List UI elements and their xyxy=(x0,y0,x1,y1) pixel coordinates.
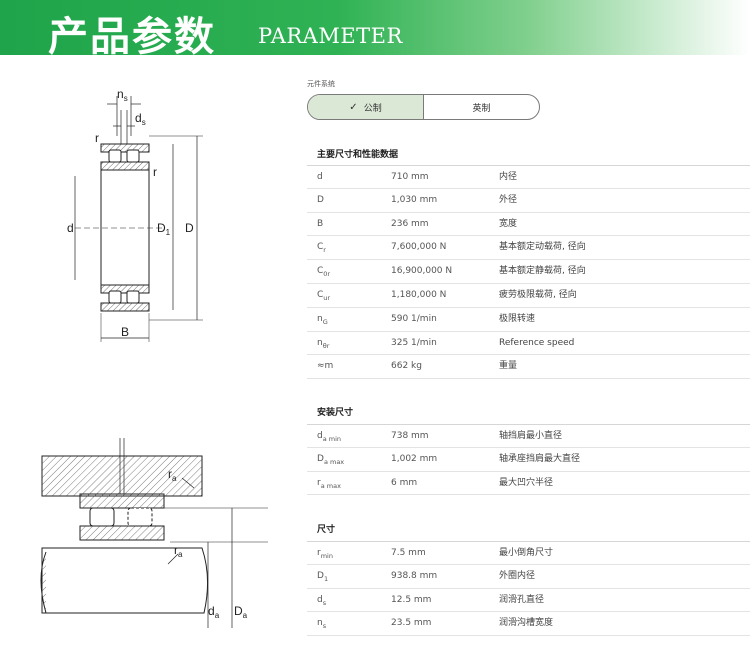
param-symbol: ≈m xyxy=(317,361,334,372)
param-symbol: ds xyxy=(317,594,327,607)
label-r-top: r xyxy=(95,131,99,145)
param-value: 1,002 mm xyxy=(391,453,438,464)
label-B: B xyxy=(121,325,129,339)
param-description: 最小倒角尺寸 xyxy=(499,548,554,558)
unit-system-toggle: ✓ 公制 英制 xyxy=(307,94,540,120)
param-value: 7,600,000 N xyxy=(391,242,447,253)
unit-option-imperial-label: 英制 xyxy=(472,103,491,114)
param-symbol: ns xyxy=(317,618,327,631)
main-dimensions-table: d 710 mm 内径 D 1,030 mm 外径 B 236 mm 宽度 Cr 7,600,000… xyxy=(307,165,750,380)
banner-subtitle: PARAMETER xyxy=(258,24,403,48)
section-title-mounting-dimensions: 安装尺寸 xyxy=(317,408,354,418)
header-banner: 产品参数 PARAMETER xyxy=(0,0,750,60)
banner-title: 产品参数 xyxy=(48,14,216,60)
param-symbol: ra max xyxy=(317,477,341,490)
unit-option-imperial[interactable]: 英制 xyxy=(423,95,539,119)
param-symbol: C0r xyxy=(317,266,331,278)
param-value: 1,180,000 N xyxy=(391,289,447,300)
table-row: Da max 1,002 mm 轴承座挡肩最大直径 xyxy=(307,448,750,472)
label-D: D xyxy=(185,221,194,235)
param-value: 590 1/min xyxy=(391,313,437,324)
table-row: ≈m 662 kg 重量 xyxy=(307,355,750,380)
param-symbol: Da max xyxy=(317,453,345,466)
param-description: 润滑沟槽宽度 xyxy=(499,618,554,629)
param-description: 外圈内径 xyxy=(499,570,536,581)
label-d: d xyxy=(67,221,74,235)
table-row: ds 12.5 mm 润滑孔直径 xyxy=(307,589,750,613)
param-symbol: nθr xyxy=(317,337,330,350)
unit-option-metric[interactable]: ✓ 公制 xyxy=(308,95,423,119)
table-row: Cur 1,180,000 N 疲劳极限载荷, 径向 xyxy=(307,284,750,308)
param-value: 236 mm xyxy=(391,218,429,229)
param-symbol: nG xyxy=(317,313,328,326)
param-value: 6 mm xyxy=(391,477,418,488)
param-value: 16,900,000 N xyxy=(391,266,453,277)
param-description: 极限转速 xyxy=(499,313,536,324)
table-row: nθr 325 1/min Reference speed xyxy=(307,332,750,356)
bearing-cross-section-diagram: ns ds r r d D1 D B xyxy=(67,87,203,342)
label-r-inner: r xyxy=(153,165,157,179)
section-title-main-dimensions: 主要尺寸和性能数据 xyxy=(317,150,399,160)
param-description: Reference speed xyxy=(499,337,575,348)
param-description: 宽度 xyxy=(499,218,518,229)
check-icon: ✓ xyxy=(349,101,358,113)
unit-option-metric-label: 公制 xyxy=(363,103,382,114)
param-description: 疲劳极限载荷, 径向 xyxy=(499,289,577,300)
table-row: C0r 16,900,000 N 基本额定静载荷, 径向 xyxy=(307,260,750,284)
param-value: 325 1/min xyxy=(391,337,437,348)
mounting-dimensions-table: da min 738 mm 轴挡肩最小直径 Da max 1,002 mm 轴承座挡肩最大… xyxy=(307,424,750,496)
param-value: 1,030 mm xyxy=(391,194,438,205)
param-description: 内径 xyxy=(499,172,518,182)
param-symbol: Cr xyxy=(317,242,326,255)
param-value: 938.8 mm xyxy=(391,570,438,581)
param-value: 662 kg xyxy=(391,361,422,372)
label-D1: D1 xyxy=(157,221,171,237)
table-row: Cr 7,600,000 N 基本额定动载荷, 径向 xyxy=(307,236,750,261)
param-description: 轴挡肩最小直径 xyxy=(499,431,563,441)
section-title-dimensions: 尺寸 xyxy=(317,525,336,535)
param-value: 23.5 mm xyxy=(391,618,432,629)
param-symbol: D1 xyxy=(317,570,329,583)
param-description: 轴承座挡肩最大直径 xyxy=(499,453,581,464)
param-symbol: B xyxy=(317,218,324,229)
table-row: D1 938.8 mm 外圈内径 xyxy=(307,565,750,589)
table-row: nG 590 1/min 极限转速 xyxy=(307,308,750,332)
param-value: 738 mm xyxy=(391,431,429,441)
table-row: ra max 6 mm 最大凹穴半径 xyxy=(307,472,750,496)
param-symbol: Cur xyxy=(317,289,331,302)
table-row: rmin 7.5 mm 最小倒角尺寸 xyxy=(307,541,750,565)
param-value: 710 mm xyxy=(391,172,429,182)
mounting-dimensions-diagram: ra ra da Da xyxy=(40,438,268,628)
label-Da: Da xyxy=(234,604,248,620)
table-row: ns 23.5 mm 润滑沟槽宽度 xyxy=(307,612,750,637)
param-description: 基本额定静载荷, 径向 xyxy=(499,266,586,277)
param-description: 基本额定动载荷, 径向 xyxy=(499,242,586,253)
dimensions-table: rmin 7.5 mm 最小倒角尺寸 D1 938.8 mm 外圈内径 ds 12.5 mm 润… xyxy=(307,541,750,637)
param-description: 最大凹穴半径 xyxy=(499,477,554,488)
param-value: 7.5 mm xyxy=(391,548,426,558)
table-row: da min 738 mm 轴挡肩最小直径 xyxy=(307,424,750,448)
label-ds: ds xyxy=(135,111,146,127)
param-description: 重量 xyxy=(499,361,518,372)
param-value: 12.5 mm xyxy=(391,594,432,605)
unit-system-label: 元件系统 xyxy=(307,80,335,88)
label-ns: ns xyxy=(117,87,128,103)
table-row: D 1,030 mm 外径 xyxy=(307,189,750,213)
param-description: 润滑孔直径 xyxy=(499,594,545,605)
table-row: d 710 mm 内径 xyxy=(307,165,750,189)
label-da: da xyxy=(208,604,220,620)
label-ra-bottom: ra xyxy=(174,543,183,559)
param-description: 外径 xyxy=(499,194,518,205)
param-symbol: D xyxy=(317,194,324,205)
table-row: B 236 mm 宽度 xyxy=(307,213,750,237)
